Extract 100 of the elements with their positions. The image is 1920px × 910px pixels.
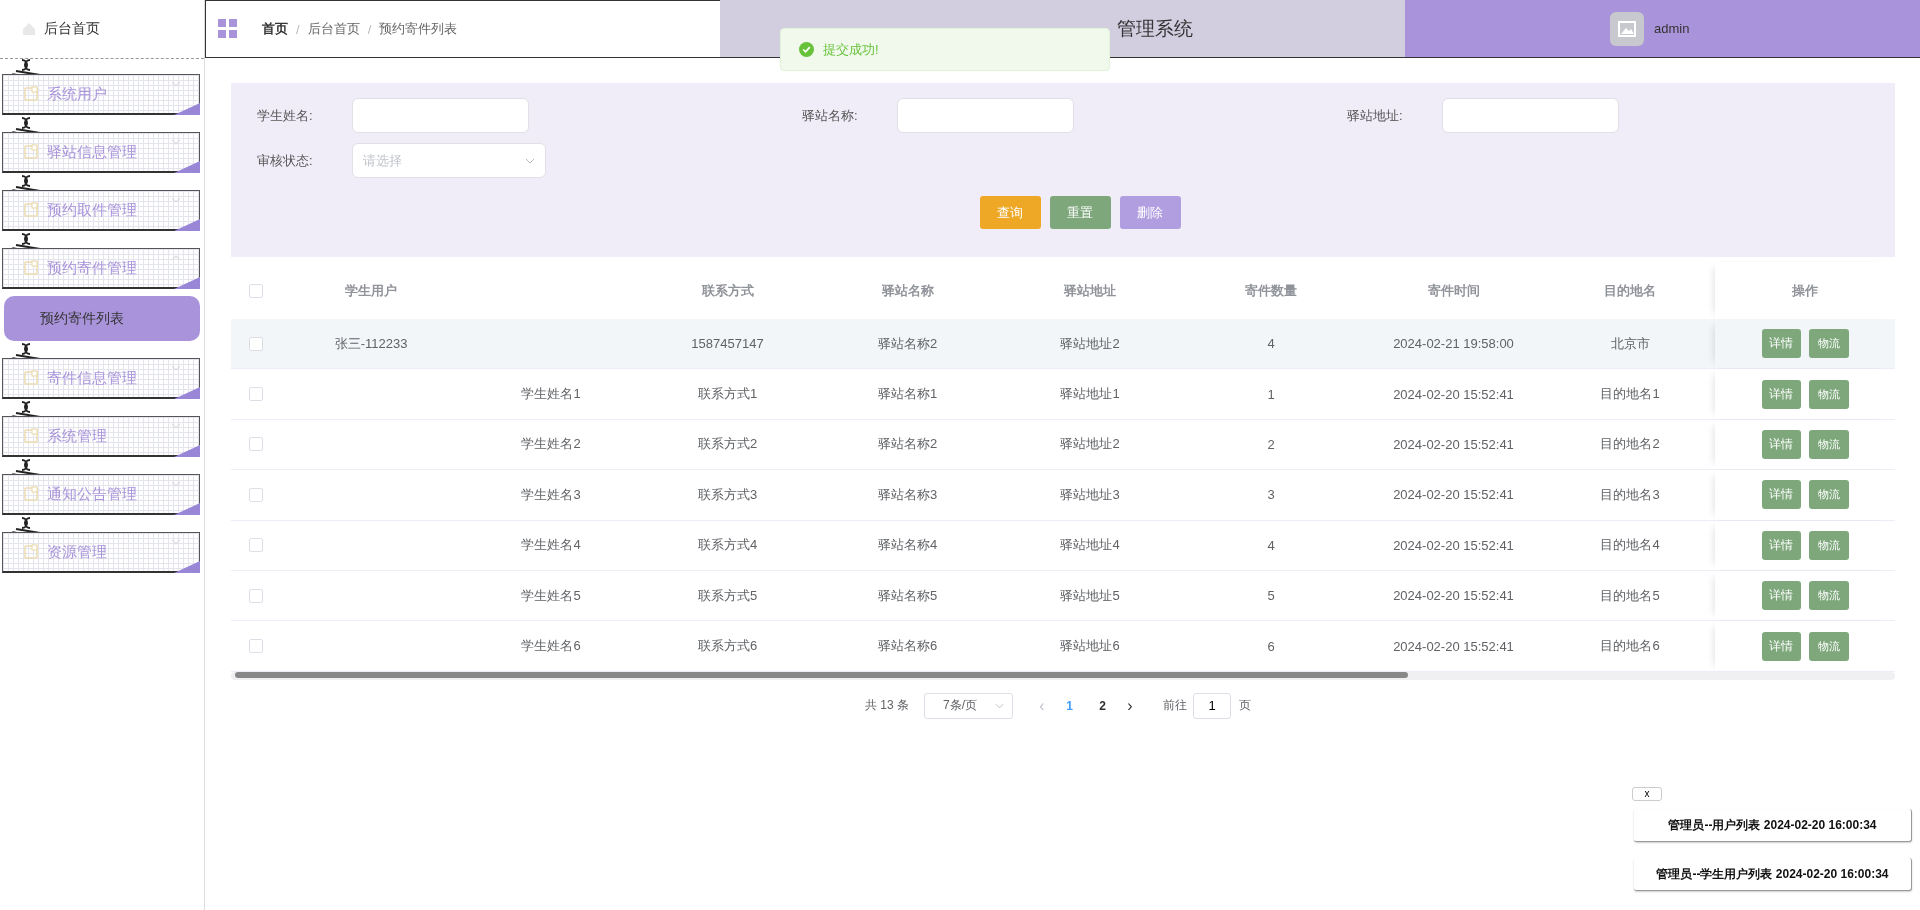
checkbox[interactable] [248, 387, 263, 402]
table-cell: 1587457147 [691, 336, 764, 352]
checkbox[interactable] [248, 588, 263, 603]
input-field[interactable] [897, 98, 1074, 133]
table-cell: 目的地名5 [1600, 586, 1660, 605]
page-size-select[interactable]: 7条/页 [924, 692, 1013, 719]
breadcrumb-separator: / [296, 21, 300, 37]
column-header: 驿站名称 [881, 281, 934, 300]
table-cell: 学生姓名5 [521, 586, 581, 605]
input-field[interactable] [1442, 98, 1619, 133]
detail-button[interactable]: 详情 [1761, 631, 1801, 661]
close-button[interactable]: x [1632, 787, 1662, 801]
document-icon [23, 260, 39, 276]
table-row[interactable]: 学生姓名3 联系方式3 驿站名称3 驿站地址3 3 2024-02-20 15:52:41 目的地名3 详情 物流 [231, 470, 1895, 521]
folded-corner-icon [174, 387, 200, 399]
table-row[interactable]: 学生姓名2 联系方式2 驿站名称2 驿站地址2 2 2024-02-20 15:52:41 目的地名2 详情 物流 [231, 419, 1895, 471]
detail-button[interactable]: 详情 [1761, 379, 1801, 409]
chevron-icon [171, 481, 181, 487]
logistics-button[interactable]: 物流 [1808, 631, 1849, 661]
action-button[interactable]: 重置 [1049, 196, 1111, 229]
logistics-button[interactable]: 物流 [1808, 480, 1849, 510]
logistics-button[interactable]: 物流 [1808, 379, 1849, 409]
table-cell: 联系方式3 [697, 485, 758, 504]
table-cell: 驿站名称6 [877, 637, 938, 656]
folded-corner-icon [174, 219, 200, 231]
detail-button[interactable]: 详情 [1761, 480, 1801, 510]
checkbox[interactable] [248, 538, 263, 553]
logistics-button[interactable]: 物流 [1808, 581, 1849, 611]
column-header: 联系方式 [701, 281, 754, 300]
notice-item[interactable]: 管理员--学生用户列表 2024-02-20 16:00:34 [1634, 858, 1912, 891]
detail-button[interactable]: 详情 [1761, 429, 1801, 459]
table-cell: 驿站名称3 [877, 485, 938, 504]
checkbox[interactable] [248, 487, 263, 502]
document-icon [23, 370, 39, 386]
logistics-button[interactable]: 物流 [1808, 429, 1849, 459]
column-header: 驿站地址 [1064, 281, 1116, 300]
table-row[interactable]: 学生姓名4 联系方式4 驿站名称4 驿站地址4 4 2024-02-20 15:52:41 目的地名4 详情 物流 [231, 520, 1895, 571]
table-cell: 驿站名称2 [877, 435, 938, 454]
table-cell: 2024-02-20 15:52:41 [1393, 638, 1514, 654]
page-input[interactable]: 1 [1193, 692, 1231, 719]
breadcrumb-item[interactable]: 后台首页 [307, 20, 360, 38]
folded-corner-icon [174, 277, 200, 289]
table-row[interactable]: 学生姓名1 联系方式1 驿站名称1 驿站地址1 1 2024-02-20 15:52:41 目的地名1 详情 物流 [231, 369, 1895, 420]
chevron-down-icon [525, 157, 535, 164]
checkbox[interactable] [248, 437, 263, 452]
table-cell: 目的地名4 [1600, 536, 1660, 555]
avatar-icon[interactable] [1610, 11, 1644, 46]
sidebar-menu-item[interactable]: 系统管理 [2, 416, 200, 457]
chevron-icon [171, 139, 181, 145]
checkbox[interactable] [248, 639, 263, 654]
table-cell: 目的地名3 [1600, 485, 1660, 504]
table-cell: 驿站地址6 [1060, 637, 1120, 656]
table-row[interactable]: 学生姓名6 联系方式6 驿站名称6 驿站地址6 6 2024-02-20 15:52:41 目的地名6 详情 物流 [231, 621, 1895, 672]
table-cell: 联系方式1 [697, 385, 758, 404]
next-page-button[interactable]: › [1119, 696, 1141, 715]
page-number[interactable]: 2 [1086, 698, 1119, 713]
document-icon [23, 144, 39, 160]
checkbox[interactable] [248, 336, 263, 351]
action-button[interactable]: 查询 [979, 196, 1041, 229]
logistics-button[interactable]: 物流 [1808, 329, 1849, 359]
table-cell: 学生姓名2 [521, 435, 581, 454]
sidebar-item[interactable]: 后台首页 [0, 0, 204, 59]
sidebar-menu-item[interactable]: 系统用户 [2, 74, 200, 115]
sidebar-menu-item[interactable]: 预约取件管理 [2, 190, 200, 231]
input-field[interactable] [352, 98, 529, 133]
detail-button[interactable]: 详情 [1761, 530, 1801, 560]
prev-page-button[interactable]: ‹ [1031, 696, 1053, 715]
table-cell: 2024-02-20 15:52:41 [1393, 487, 1514, 503]
table-row[interactable]: 张三-112233 1587457147 驿站名称2 驿站地址2 4 2024-02-21 19:58:00 北京市 详情 物流 [231, 319, 1895, 370]
system-title: 管理系统 [1117, 16, 1193, 41]
status-select[interactable]: 请选择 [352, 143, 546, 178]
user-name[interactable]: admin [1654, 21, 1690, 36]
detail-button[interactable]: 详情 [1761, 329, 1801, 359]
action-button[interactable]: 删除 [1119, 196, 1181, 229]
table-cell: 目的地名2 [1600, 435, 1660, 454]
sidebar-menu-item[interactable]: 预约寄件管理 [2, 248, 200, 289]
table-cell: 学生姓名4 [521, 536, 581, 555]
sidebar-menu-item[interactable]: 寄件信息管理 [2, 358, 200, 399]
sidebar-submenu-item[interactable]: 预约寄件列表 [4, 296, 200, 341]
table-cell: 2024-02-20 15:52:41 [1393, 386, 1514, 402]
notice-item[interactable]: 管理员--用户列表 2024-02-20 16:00:34 [1634, 809, 1912, 842]
logistics-button[interactable]: 物流 [1808, 530, 1849, 560]
checkbox[interactable] [248, 283, 263, 298]
table-cell: 驿站地址1 [1060, 385, 1120, 404]
chevron-icon [171, 81, 181, 87]
table-cell: 5 [1267, 588, 1275, 604]
sidebar-menu-item[interactable]: 资源管理 [2, 532, 200, 573]
table-cell: 联系方式2 [697, 435, 758, 454]
horizontal-scrollbar[interactable] [231, 671, 1895, 680]
table-row[interactable]: 学生姓名5 联系方式5 驿站名称5 驿站地址5 5 2024-02-20 15:52:41 目的地名5 详情 物流 [231, 570, 1895, 622]
column-header: 操作 [1792, 281, 1818, 300]
sidebar-menu-item[interactable]: 驿站信息管理 [2, 132, 200, 173]
page-number[interactable]: 1 [1053, 698, 1086, 713]
breadcrumb-item[interactable]: 首页 [262, 20, 288, 38]
folded-corner-icon [174, 445, 200, 457]
column-header: 目的地名 [1604, 281, 1656, 300]
detail-button[interactable]: 详情 [1761, 581, 1801, 611]
sidebar-menu-item[interactable]: 通知公告管理 [2, 474, 200, 515]
document-icon [23, 486, 39, 502]
breadcrumb-item[interactable]: 预约寄件列表 [379, 20, 458, 38]
